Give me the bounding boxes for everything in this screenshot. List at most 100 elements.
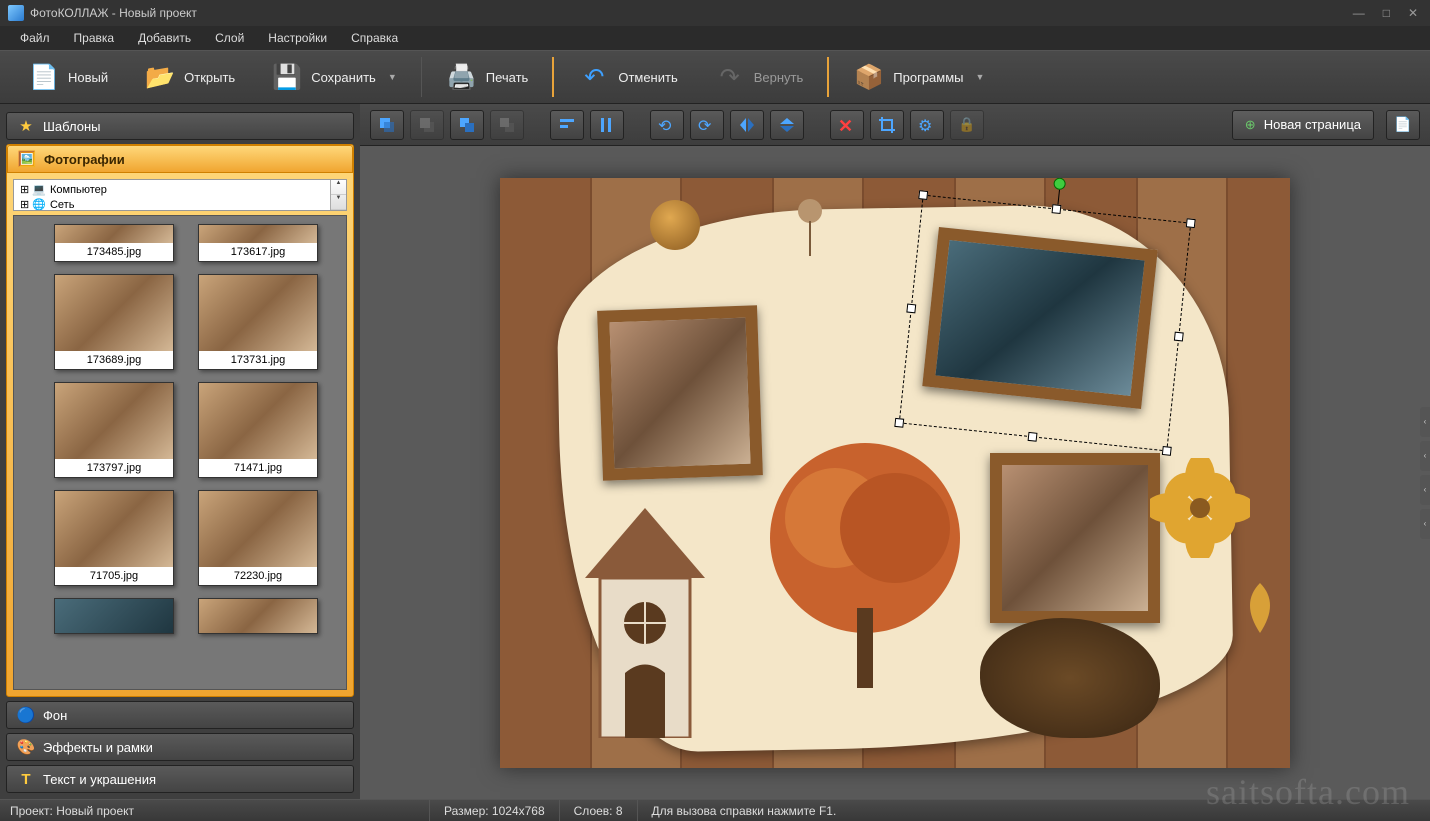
menu-settings[interactable]: Настройки	[258, 28, 337, 48]
programs-button[interactable]: 📦 Программы ▼	[835, 55, 1002, 99]
photo-icon: 🖼️	[18, 150, 36, 168]
canvas-viewport[interactable]: ‹ ‹ ‹ ‹	[360, 146, 1430, 799]
star-icon: ★	[17, 117, 35, 135]
sidebar-item-background[interactable]: 🔵 Фон	[6, 701, 354, 729]
photos-panel: 🖼️ Фотографии ⊞ 💻Компьютер ⊞ 🌐Сеть ▲▼ 17…	[6, 144, 354, 697]
thumb-label: 173617.jpg	[199, 243, 317, 261]
sidebar-item-templates[interactable]: ★ Шаблоны	[6, 112, 354, 140]
programs-label: Программы	[893, 70, 963, 85]
window-title: ФотоКОЛЛАЖ - Новый проект	[30, 6, 197, 20]
right-panel-tabs: ‹ ‹ ‹ ‹	[1420, 407, 1430, 539]
chevron-down-icon: ▼	[388, 72, 397, 82]
clipart-leaf[interactable]	[1230, 578, 1290, 638]
redo-button[interactable]: ↷ Вернуть	[696, 55, 822, 99]
save-icon: 💾	[271, 61, 303, 93]
printer-icon: 🖨️	[446, 61, 478, 93]
menu-add[interactable]: Добавить	[128, 28, 201, 48]
folder-tree[interactable]: ⊞ 💻Компьютер ⊞ 🌐Сеть ▲▼	[13, 179, 347, 211]
sidebar-item-photos[interactable]: 🖼️ Фотографии	[7, 145, 353, 173]
thumbnail[interactable]: 173689.jpg	[54, 274, 174, 370]
print-label: Печать	[486, 70, 529, 85]
templates-label: Шаблоны	[43, 119, 101, 134]
crop-button[interactable]	[870, 110, 904, 140]
folder-open-icon: 📂	[144, 61, 176, 93]
clipart-poppy[interactable]	[790, 196, 830, 256]
print-button[interactable]: 🖨️ Печать	[428, 55, 547, 99]
titlebar: ФотоКОЛЛАЖ - Новый проект — □ ✕	[0, 0, 1430, 26]
collage-page[interactable]	[500, 178, 1290, 768]
new-page-button[interactable]: ⊕ Новая страница	[1232, 110, 1374, 140]
send-backward-button	[490, 110, 524, 140]
clipart-tree[interactable]	[765, 428, 965, 688]
maximize-button[interactable]: □	[1379, 4, 1394, 22]
flip-vertical-button[interactable]	[770, 110, 804, 140]
new-label: Новый	[68, 70, 108, 85]
thumbnail[interactable]: 173731.jpg	[198, 274, 318, 370]
menu-edit[interactable]: Правка	[64, 28, 125, 48]
thumbnail[interactable]: 71471.jpg	[198, 382, 318, 478]
settings-button[interactable]: ⚙	[910, 110, 944, 140]
clipart-flower[interactable]	[1150, 458, 1250, 558]
undo-button[interactable]: ↶ Отменить	[560, 55, 695, 99]
panel-tab[interactable]: ‹	[1420, 441, 1430, 471]
new-file-icon: 📄	[28, 61, 60, 93]
new-button[interactable]: 📄 Новый	[10, 55, 126, 99]
thumb-label: 173797.jpg	[55, 459, 173, 477]
clipart-house[interactable]	[580, 508, 710, 738]
palette-icon: 🎨	[17, 738, 35, 756]
photos-label: Фотографии	[44, 152, 125, 167]
sidebar-item-effects[interactable]: 🎨 Эффекты и рамки	[6, 733, 354, 761]
menu-layer[interactable]: Слой	[205, 28, 254, 48]
open-button[interactable]: 📂 Открыть	[126, 55, 253, 99]
tree-computer[interactable]: Компьютер	[50, 184, 107, 196]
rotate-left-button[interactable]: ⟲	[650, 110, 684, 140]
thumbnail[interactable]: 173617.jpg	[198, 224, 318, 262]
lock-button: 🔒	[950, 110, 984, 140]
align-button[interactable]	[550, 110, 584, 140]
redo-icon: ↷	[714, 61, 746, 93]
save-button[interactable]: 💾 Сохранить ▼	[253, 55, 415, 99]
clipart-nut[interactable]	[650, 200, 700, 250]
bring-forward-button[interactable]	[450, 110, 484, 140]
tree-spinner[interactable]: ▲▼	[330, 180, 346, 210]
minimize-button[interactable]: —	[1349, 4, 1369, 22]
close-button[interactable]: ✕	[1404, 4, 1422, 22]
main-toolbar: 📄 Новый 📂 Открыть 💾 Сохранить ▼ 🖨️ Печат…	[0, 50, 1430, 104]
panel-tab[interactable]: ‹	[1420, 509, 1430, 539]
add-page-icon: ⊕	[1245, 117, 1256, 133]
thumbnail[interactable]: 71705.jpg	[54, 490, 174, 586]
text-label: Текст и украшения	[43, 772, 156, 787]
bring-front-button[interactable]	[370, 110, 404, 140]
redo-label: Вернуть	[754, 70, 804, 85]
distribute-button[interactable]	[590, 110, 624, 140]
status-size: Размер: 1024x768	[430, 800, 560, 821]
photo-frame-1[interactable]	[597, 305, 763, 480]
thumbnail[interactable]	[198, 598, 318, 634]
page-settings-button[interactable]: 📄	[1386, 110, 1420, 140]
rotate-right-button[interactable]: ⟳	[690, 110, 724, 140]
flip-horizontal-button[interactable]	[730, 110, 764, 140]
tree-network[interactable]: Сеть	[50, 199, 74, 211]
thumbnail[interactable]: 173485.jpg	[54, 224, 174, 262]
menubar: Файл Правка Добавить Слой Настройки Спра…	[0, 26, 1430, 50]
status-help: Для вызова справки нажмите F1.	[638, 800, 851, 821]
thumbnail[interactable]: 173797.jpg	[54, 382, 174, 478]
open-label: Открыть	[184, 70, 235, 85]
thumb-label: 173689.jpg	[55, 351, 173, 369]
menu-file[interactable]: Файл	[10, 28, 60, 48]
sidebar-item-text[interactable]: T Текст и украшения	[6, 765, 354, 793]
panel-tab[interactable]: ‹	[1420, 475, 1430, 505]
menu-help[interactable]: Справка	[341, 28, 408, 48]
undo-label: Отменить	[618, 70, 677, 85]
panel-tab[interactable]: ‹	[1420, 407, 1430, 437]
thumbnail[interactable]: 72230.jpg	[198, 490, 318, 586]
thumbnail[interactable]	[54, 598, 174, 634]
photo-frame-3[interactable]	[990, 453, 1160, 623]
photo-frame-2[interactable]	[922, 226, 1158, 408]
sidebar: ★ Шаблоны 🖼️ Фотографии ⊞ 💻Компьютер ⊞ 🌐…	[0, 104, 360, 799]
delete-button[interactable]: ✕	[830, 110, 864, 140]
effects-label: Эффекты и рамки	[43, 740, 153, 755]
thumb-label: 173485.jpg	[55, 243, 173, 261]
send-back-button	[410, 110, 444, 140]
thumbnail-grid: 173485.jpg 173617.jpg 173689.jpg 173731.…	[13, 215, 347, 690]
